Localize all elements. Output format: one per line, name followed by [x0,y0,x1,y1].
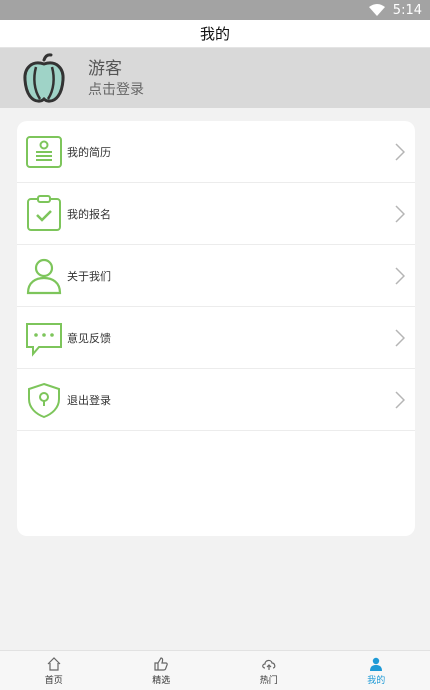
cloud-upload-icon [261,659,276,670]
nav-tab-home[interactable]: 首页 [0,651,108,690]
menu-item-label: 我的简历 [67,145,111,159]
shield-lock-icon [28,382,60,419]
home-icon [47,656,61,671]
chevron-right-icon [395,329,405,347]
menu-card: 我的简历 我的报名 关于我们 意见反馈 退出登录 [17,121,415,536]
menu-item-label: 关于我们 [67,269,111,283]
nav-tab-label: 首页 [44,675,63,686]
profile-name: 游客 [88,59,122,79]
chevron-right-icon [395,205,405,223]
chevron-right-icon [395,391,405,409]
chat-bubble-icon [26,323,62,357]
status-bar: 5:14 [0,0,430,20]
resume-icon [26,136,62,168]
page-title-bar: 我的 [0,20,430,48]
nav-tab-popular[interactable]: 热门 [215,651,323,690]
login-link[interactable]: 点击登录 [88,79,144,99]
pepper-avatar-icon [23,53,65,103]
thumbs-up-icon [154,656,169,671]
page-title: 我的 [199,25,230,43]
chevron-right-icon [395,267,405,285]
nav-tab-label: 我的 [367,675,386,686]
wifi-icon [368,4,385,16]
menu-item-label: 退出登录 [67,393,111,407]
status-time: 5:14 [392,2,422,18]
menu-item-label: 意见反馈 [67,331,111,345]
menu-item-logout[interactable]: 退出登录 [17,369,415,431]
profile-header[interactable]: 游客 点击登录 [0,48,430,108]
person-icon [370,657,383,671]
bottom-nav: 首页 精选 热门 我的 [0,650,430,690]
menu-item-registration[interactable]: 我的报名 [17,183,415,245]
clipboard-check-icon [27,195,61,231]
nav-tab-featured[interactable]: 精选 [108,651,216,690]
nav-tab-mine[interactable]: 我的 [323,651,430,690]
menu-item-resume[interactable]: 我的简历 [17,121,415,183]
menu-item-label: 我的报名 [67,207,111,221]
user-icon [26,258,62,295]
nav-tab-label: 精选 [152,675,171,686]
nav-tab-label: 热门 [259,675,278,686]
menu-item-feedback[interactable]: 意见反馈 [17,307,415,369]
menu-item-about[interactable]: 关于我们 [17,245,415,307]
chevron-right-icon [395,143,405,161]
